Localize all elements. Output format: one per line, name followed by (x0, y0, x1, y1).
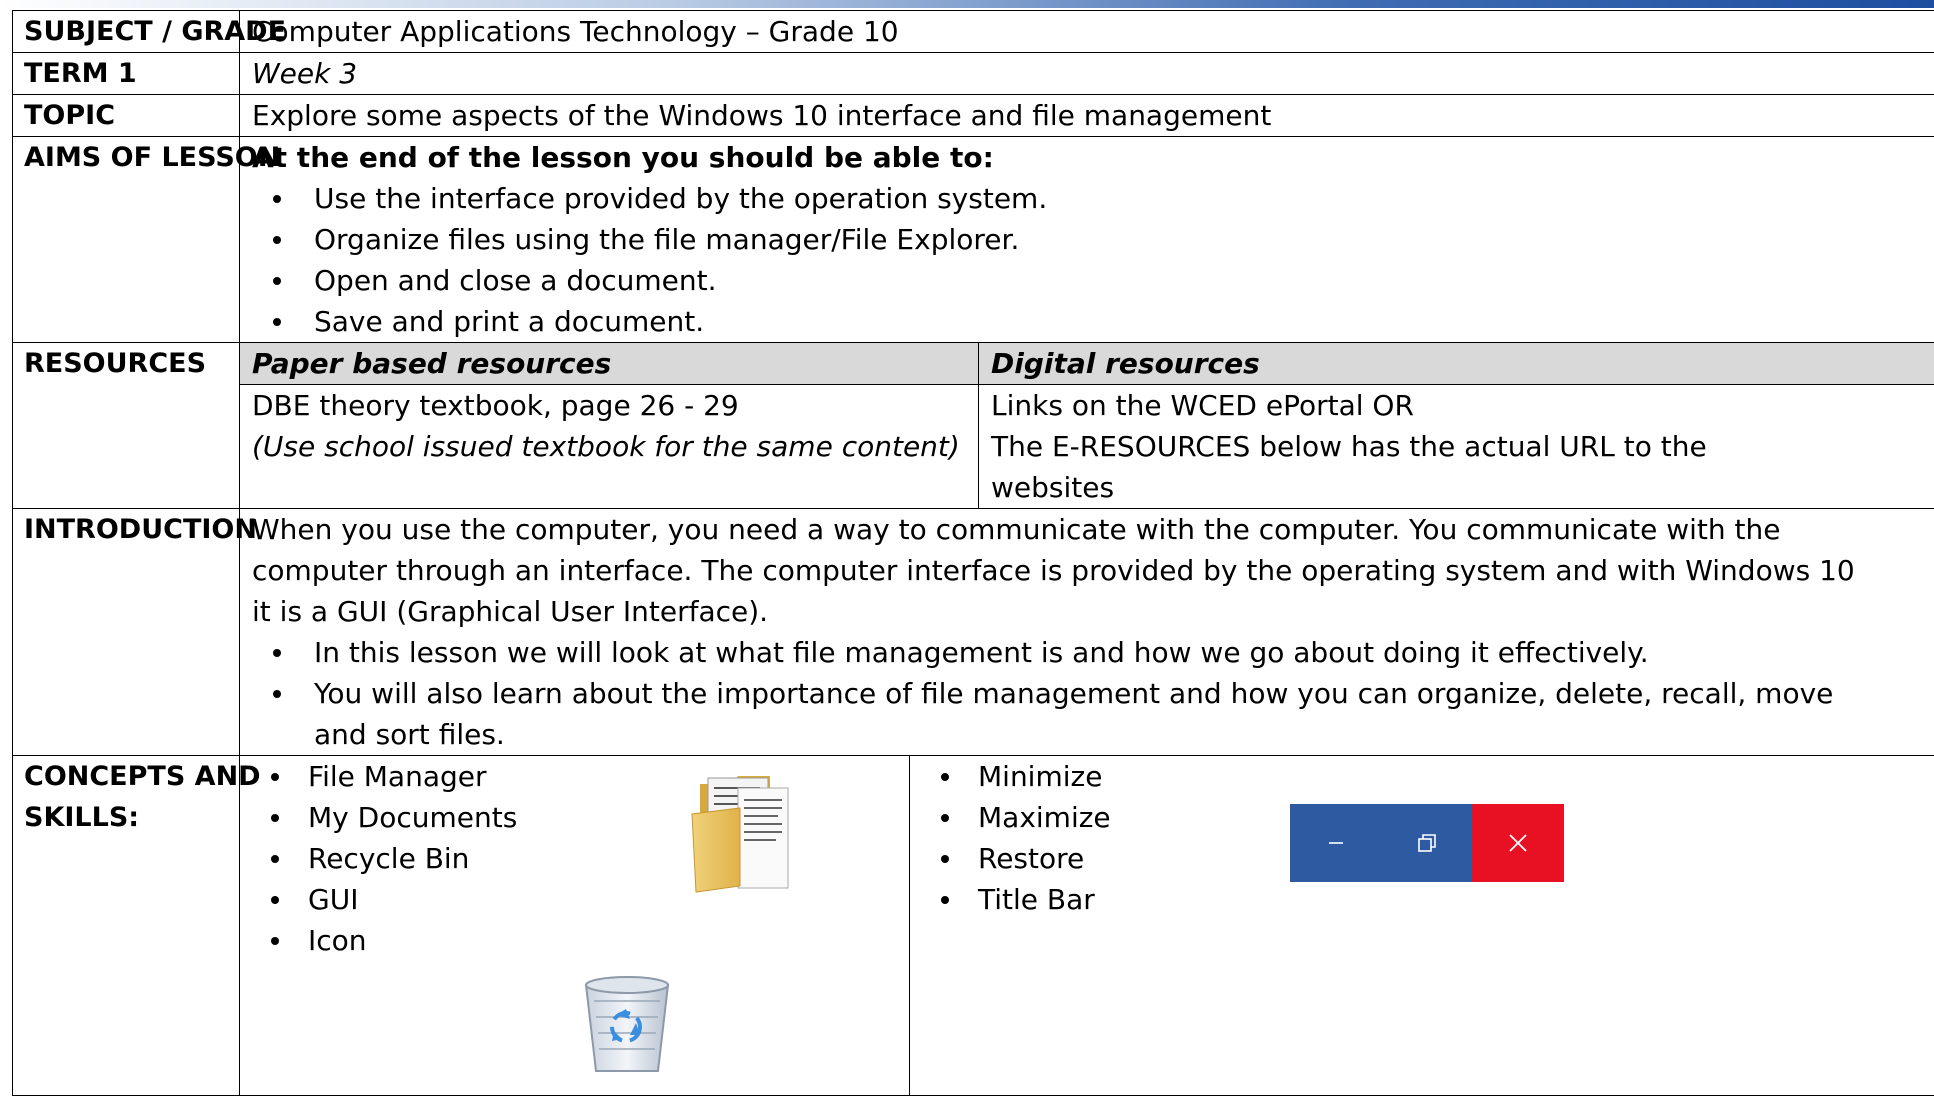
digital-resources-cell: Links on the WCED ePortal OR The E-RESOU… (978, 384, 1934, 509)
introduction-list: In this lesson we will look at what file… (252, 632, 1934, 755)
introduction-line: computer through an interface. The compu… (252, 554, 1855, 587)
concepts-label-line: SKILLS: (24, 802, 140, 833)
row-resources-headings: RESOURCES Paper based resources Digital … (12, 342, 1934, 509)
header-gradient-bar (0, 0, 1934, 8)
concepts-left-wrap: File Manager My Documents Recycle Bin GU… (252, 756, 909, 1072)
aims-item: Save and print a document. (252, 301, 1934, 342)
digital-resource-line: Links on the WCED ePortal OR (991, 389, 1414, 422)
introduction-bullet: In this lesson we will look at what file… (252, 632, 1934, 673)
term-label: TERM 1 (12, 52, 240, 95)
row-aims: AIMS OF LESSON At the end of the lesson … (12, 136, 1934, 343)
recycle-bin-icon (584, 976, 670, 1072)
concepts-left-cell: File Manager My Documents Recycle Bin GU… (239, 755, 910, 1096)
lesson-plan-table: SUBJECT / GRADE Computer Applications Te… (12, 10, 1934, 1096)
digital-resource-line: The E-RESOURCES below has the actual URL… (991, 430, 1707, 463)
paper-resources-heading: Paper based resources (239, 342, 979, 385)
introduction-bullet-line: and sort files. (314, 718, 505, 751)
concepts-right-cell: Minimize Maximize Restore Title Bar (909, 755, 1934, 1096)
concept-item: File Manager (252, 756, 909, 797)
concept-item: My Documents (252, 797, 909, 838)
digital-resource-line: websites (991, 471, 1115, 504)
concept-item: Minimize (922, 756, 1934, 797)
folder-documents-icon (691, 776, 789, 893)
minimize-icon (1328, 842, 1343, 844)
paper-resource-note: (Use school issued textbook for the same… (252, 430, 960, 463)
concepts-right-wrap: Minimize Maximize Restore Title Bar (922, 756, 1934, 920)
introduction-bullet: You will also learn about the importance… (252, 673, 1934, 755)
introduction-label: INTRODUCTION (12, 508, 257, 756)
concept-item: Icon (252, 920, 909, 961)
aims-item: Use the interface provided by the operat… (252, 178, 1934, 219)
row-introduction: INTRODUCTION When you use the computer, … (12, 508, 1934, 756)
row-concepts-skills: CONCEPTS AND SKILLS: File Manager My Doc… (12, 755, 1934, 1096)
window-controls (1290, 804, 1564, 882)
paper-resources-cell: DBE theory textbook, page 26 - 29 (Use s… (239, 384, 979, 509)
concepts-left-list: File Manager My Documents Recycle Bin GU… (252, 756, 909, 961)
introduction-cell: When you use the computer, you need a wa… (239, 508, 1934, 756)
aims-item: Organize files using the file manager/Fi… (252, 219, 1934, 260)
topic-label: TOPIC (12, 94, 240, 137)
row-subject-grade: SUBJECT / GRADE Computer Applications Te… (12, 10, 1934, 53)
row-term: TERM 1 Week 3 (12, 52, 1934, 95)
aims-cell: At the end of the lesson you should be a… (239, 136, 1934, 343)
concept-item: GUI (252, 879, 909, 920)
restore-icon (1417, 834, 1436, 852)
concept-item: Recycle Bin (252, 838, 909, 879)
introduction-line: When you use the computer, you need a wa… (252, 513, 1781, 546)
row-topic: TOPIC Explore some aspects of the Window… (12, 94, 1934, 137)
term-value: Week 3 (239, 52, 1934, 95)
introduction-bullet-line: You will also learn about the importance… (314, 677, 1834, 710)
concepts-label: CONCEPTS AND SKILLS: (12, 755, 261, 1096)
concept-item: Title Bar (922, 879, 1934, 920)
aims-intro: At the end of the lesson you should be a… (252, 141, 994, 174)
aims-list: Use the interface provided by the operat… (252, 178, 1934, 342)
aims-label: AIMS OF LESSON (12, 136, 280, 343)
subject-grade-label: SUBJECT / GRADE (12, 10, 286, 53)
introduction-line: it is a GUI (Graphical User Interface). (252, 595, 769, 628)
minimize-button[interactable] (1290, 804, 1381, 882)
aims-item: Open and close a document. (252, 260, 1934, 301)
resources-label: RESOURCES (12, 342, 240, 509)
close-button[interactable] (1472, 804, 1564, 882)
concepts-label-line: CONCEPTS AND (24, 761, 261, 792)
topic-value: Explore some aspects of the Windows 10 i… (239, 94, 1934, 137)
close-icon (1509, 834, 1527, 852)
digital-resources-heading: Digital resources (978, 342, 1934, 385)
row-resources-content: DBE theory textbook, page 26 - 29 (Use s… (13, 384, 1934, 509)
paper-resource-line: DBE theory textbook, page 26 - 29 (252, 389, 739, 422)
subject-grade-value: Computer Applications Technology – Grade… (239, 10, 1934, 53)
restore-button[interactable] (1381, 804, 1472, 882)
